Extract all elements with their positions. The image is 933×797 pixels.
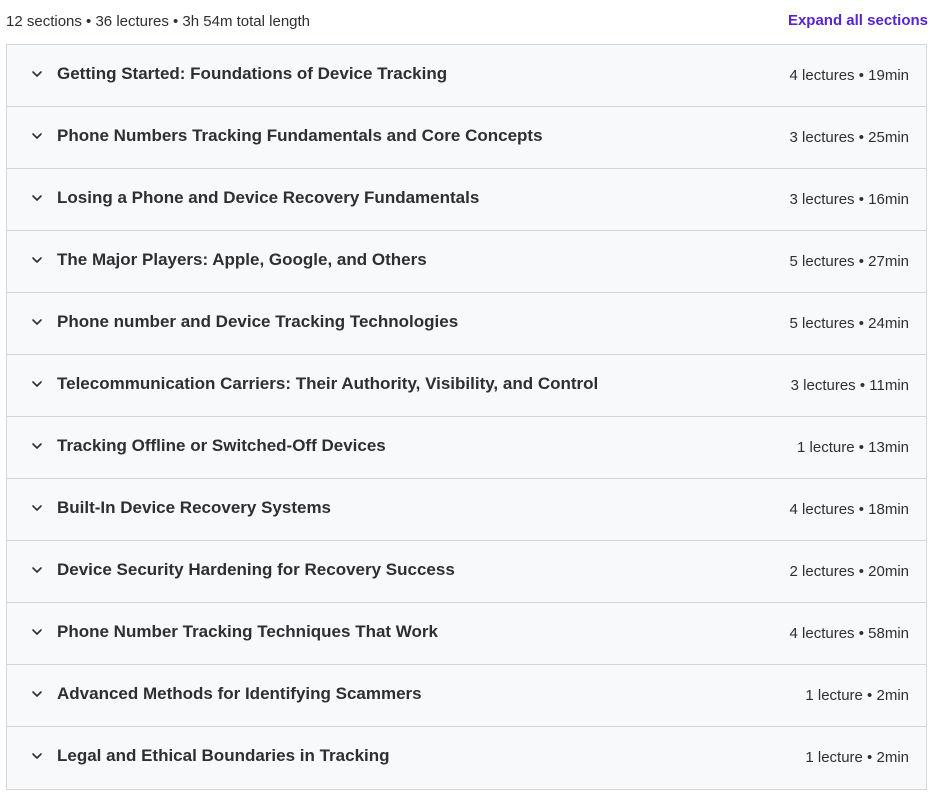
curriculum-section[interactable]: Phone Numbers Tracking Fundamentals and … — [7, 107, 926, 169]
curriculum-section-list: Getting Started: Foundations of Device T… — [6, 44, 927, 790]
section-title: The Major Players: Apple, Google, and Ot… — [57, 250, 427, 269]
section-lecture-count: 1 lecture • 13min — [797, 439, 909, 456]
curriculum-section[interactable]: Losing a Phone and Device Recovery Funda… — [7, 169, 926, 231]
section-title: Phone Numbers Tracking Fundamentals and … — [57, 126, 543, 145]
curriculum-section[interactable]: Built-In Device Recovery Systems 4 lectu… — [7, 479, 926, 541]
section-lecture-count: 3 lectures • 25min — [789, 129, 909, 146]
section-lecture-count: 3 lectures • 16min — [789, 191, 909, 208]
section-lecture-count: 5 lectures • 24min — [789, 315, 909, 332]
section-lecture-count: 3 lectures • 11min — [790, 377, 909, 394]
curriculum-section[interactable]: Telecommunication Carriers: Their Author… — [7, 355, 926, 417]
section-title: Tracking Offline or Switched-Off Devices — [57, 436, 386, 455]
section-title: Phone number and Device Tracking Technol… — [57, 312, 459, 331]
chevron-down-icon — [30, 687, 44, 701]
chevron-down-icon — [30, 129, 44, 143]
section-title: Device Security Hardening for Recovery S… — [57, 560, 455, 579]
section-lecture-count: 1 lecture • 2min — [805, 687, 909, 704]
chevron-down-icon — [30, 439, 44, 453]
section-title: Losing a Phone and Device Recovery Funda… — [57, 188, 480, 207]
curriculum-section[interactable]: Phone number and Device Tracking Technol… — [7, 293, 926, 355]
section-lecture-count: 4 lectures • 19min — [789, 67, 909, 84]
curriculum-section[interactable]: Tracking Offline or Switched-Off Devices… — [7, 417, 926, 479]
curriculum-section[interactable]: Legal and Ethical Boundaries in Tracking… — [7, 727, 926, 790]
chevron-down-icon — [30, 315, 44, 329]
curriculum-summary-text: 12 sections • 36 lectures • 3h 54m total… — [6, 13, 311, 30]
curriculum-summary-bar: 12 sections • 36 lectures • 3h 54m total… — [0, 0, 933, 44]
section-lecture-count: 5 lectures • 27min — [789, 253, 909, 270]
section-lecture-count: 4 lectures • 18min — [789, 501, 909, 518]
chevron-down-icon — [30, 67, 44, 81]
section-lecture-count: 4 lectures • 58min — [789, 625, 909, 642]
section-title: Built-In Device Recovery Systems — [57, 498, 332, 517]
expand-all-sections-button[interactable]: Expand all sections — [788, 12, 928, 29]
chevron-down-icon — [30, 253, 44, 267]
section-title: Telecommunication Carriers: Their Author… — [57, 374, 599, 393]
chevron-down-icon — [30, 501, 44, 515]
curriculum-section[interactable]: Getting Started: Foundations of Device T… — [7, 45, 926, 107]
section-title: Phone Number Tracking Techniques That Wo… — [57, 622, 438, 641]
section-title: Legal and Ethical Boundaries in Tracking — [57, 746, 390, 765]
section-title: Getting Started: Foundations of Device T… — [57, 64, 448, 83]
chevron-down-icon — [30, 191, 44, 205]
curriculum-section[interactable]: Device Security Hardening for Recovery S… — [7, 541, 926, 603]
chevron-down-icon — [30, 625, 44, 639]
chevron-down-icon — [30, 563, 44, 577]
section-lecture-count: 2 lectures • 20min — [789, 563, 909, 580]
section-title: Advanced Methods for Identifying Scammer… — [57, 684, 422, 703]
chevron-down-icon — [30, 377, 44, 391]
curriculum-section[interactable]: Phone Number Tracking Techniques That Wo… — [7, 603, 926, 665]
section-lecture-count: 1 lecture • 2min — [805, 749, 909, 766]
chevron-down-icon — [30, 749, 44, 763]
curriculum-section[interactable]: Advanced Methods for Identifying Scammer… — [7, 665, 926, 727]
curriculum-section[interactable]: The Major Players: Apple, Google, and Ot… — [7, 231, 926, 293]
